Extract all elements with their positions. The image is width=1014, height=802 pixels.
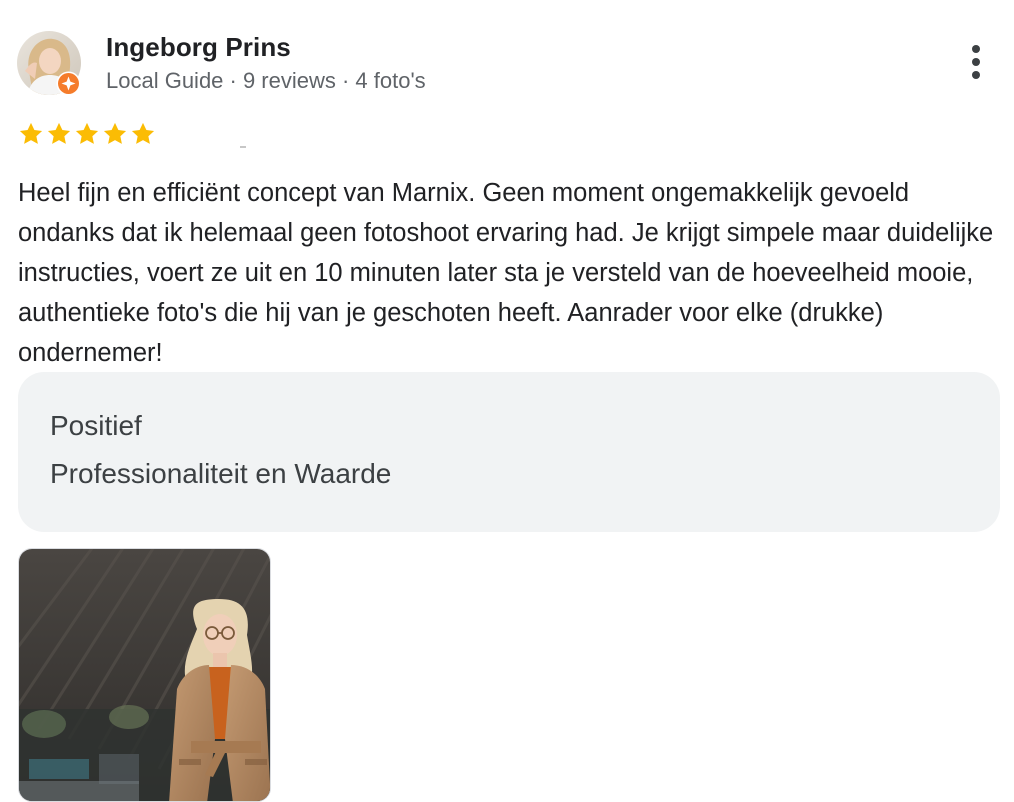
more-vertical-icon (972, 45, 980, 79)
reviewer-name[interactable]: Ingeborg Prins (106, 32, 291, 63)
review-card: Ingeborg Prins Local Guide · 9 reviews ·… (0, 0, 1014, 802)
local-guide-badge-icon (56, 71, 81, 96)
divider-mark (240, 146, 246, 148)
star-icon (47, 122, 71, 144)
star-icon (103, 122, 127, 144)
review-photo[interactable] (18, 548, 271, 802)
reviewer-meta: Local Guide · 9 reviews · 4 foto's (106, 68, 426, 93)
highlight-box: Positief Professionaliteit en Waarde (18, 372, 1000, 532)
star-icon (131, 122, 155, 144)
star-rating (17, 120, 157, 150)
more-options-button[interactable] (956, 42, 996, 86)
star-icon (75, 122, 99, 144)
highlight-value: Professionaliteit en Waarde (50, 458, 392, 489)
star-icon (19, 122, 43, 144)
review-text: Heel fijn en efficiënt concept van Marni… (18, 179, 994, 367)
highlight-title: Positief (50, 410, 142, 441)
